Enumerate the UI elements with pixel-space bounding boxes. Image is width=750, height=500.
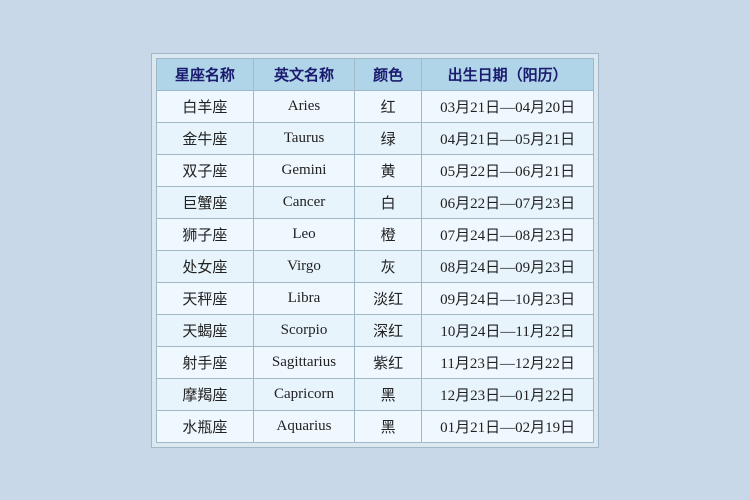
cell-color: 黄 (355, 154, 422, 186)
cell-color: 白 (355, 186, 422, 218)
cell-color: 紫红 (355, 346, 422, 378)
cell-chinese-name: 射手座 (156, 346, 253, 378)
cell-english-name: Cancer (253, 186, 354, 218)
cell-color: 红 (355, 90, 422, 122)
cell-english-name: Leo (253, 218, 354, 250)
table-row: 天蝎座Scorpio深红10月24日—11月22日 (156, 314, 593, 346)
cell-dates: 03月21日—04月20日 (422, 90, 594, 122)
cell-color: 淡红 (355, 282, 422, 314)
cell-english-name: Virgo (253, 250, 354, 282)
table-row: 水瓶座Aquarius黑01月21日—02月19日 (156, 410, 593, 442)
table-row: 天秤座Libra淡红09月24日—10月23日 (156, 282, 593, 314)
cell-chinese-name: 水瓶座 (156, 410, 253, 442)
table-header-row: 星座名称 英文名称 颜色 出生日期（阳历） (156, 58, 593, 90)
cell-chinese-name: 摩羯座 (156, 378, 253, 410)
header-color: 颜色 (355, 58, 422, 90)
header-dates: 出生日期（阳历） (422, 58, 594, 90)
cell-color: 灰 (355, 250, 422, 282)
table-row: 金牛座Taurus绿04月21日—05月21日 (156, 122, 593, 154)
cell-dates: 07月24日—08月23日 (422, 218, 594, 250)
table-row: 处女座Virgo灰08月24日—09月23日 (156, 250, 593, 282)
cell-dates: 04月21日—05月21日 (422, 122, 594, 154)
cell-chinese-name: 狮子座 (156, 218, 253, 250)
cell-chinese-name: 白羊座 (156, 90, 253, 122)
table-row: 双子座Gemini黄05月22日—06月21日 (156, 154, 593, 186)
cell-english-name: Scorpio (253, 314, 354, 346)
cell-color: 黑 (355, 378, 422, 410)
cell-chinese-name: 天蝎座 (156, 314, 253, 346)
cell-color: 深红 (355, 314, 422, 346)
table-row: 摩羯座Capricorn黑12月23日—01月22日 (156, 378, 593, 410)
cell-chinese-name: 双子座 (156, 154, 253, 186)
cell-chinese-name: 天秤座 (156, 282, 253, 314)
zodiac-table-container: 星座名称 英文名称 颜色 出生日期（阳历） 白羊座Aries红03月21日—04… (151, 53, 599, 448)
cell-color: 绿 (355, 122, 422, 154)
cell-dates: 01月21日—02月19日 (422, 410, 594, 442)
cell-english-name: Sagittarius (253, 346, 354, 378)
table-row: 巨蟹座Cancer白06月22日—07月23日 (156, 186, 593, 218)
cell-color: 黑 (355, 410, 422, 442)
cell-dates: 06月22日—07月23日 (422, 186, 594, 218)
zodiac-table: 星座名称 英文名称 颜色 出生日期（阳历） 白羊座Aries红03月21日—04… (156, 58, 594, 443)
header-chinese-name: 星座名称 (156, 58, 253, 90)
table-row: 狮子座Leo橙07月24日—08月23日 (156, 218, 593, 250)
cell-dates: 11月23日—12月22日 (422, 346, 594, 378)
cell-english-name: Aquarius (253, 410, 354, 442)
cell-english-name: Capricorn (253, 378, 354, 410)
cell-dates: 12月23日—01月22日 (422, 378, 594, 410)
cell-chinese-name: 处女座 (156, 250, 253, 282)
cell-english-name: Libra (253, 282, 354, 314)
cell-dates: 09月24日—10月23日 (422, 282, 594, 314)
cell-english-name: Taurus (253, 122, 354, 154)
cell-chinese-name: 金牛座 (156, 122, 253, 154)
cell-dates: 05月22日—06月21日 (422, 154, 594, 186)
table-row: 白羊座Aries红03月21日—04月20日 (156, 90, 593, 122)
cell-english-name: Gemini (253, 154, 354, 186)
cell-english-name: Aries (253, 90, 354, 122)
cell-dates: 10月24日—11月22日 (422, 314, 594, 346)
header-english-name: 英文名称 (253, 58, 354, 90)
cell-dates: 08月24日—09月23日 (422, 250, 594, 282)
table-row: 射手座Sagittarius紫红11月23日—12月22日 (156, 346, 593, 378)
cell-chinese-name: 巨蟹座 (156, 186, 253, 218)
cell-color: 橙 (355, 218, 422, 250)
table-body: 白羊座Aries红03月21日—04月20日金牛座Taurus绿04月21日—0… (156, 90, 593, 442)
